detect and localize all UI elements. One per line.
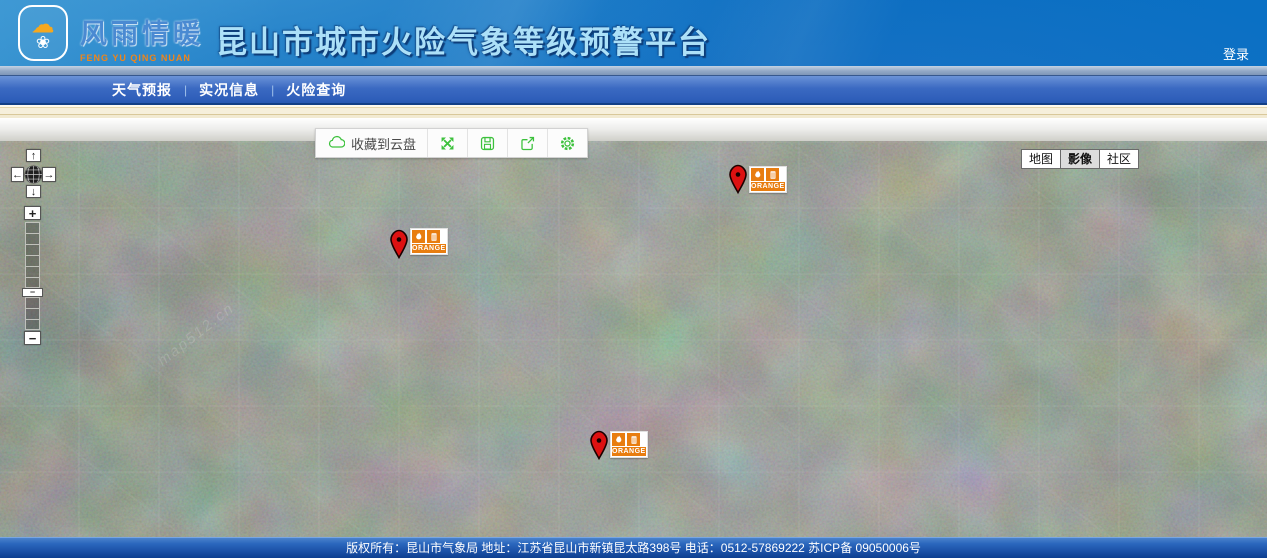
pan-right-button[interactable]: → — [42, 167, 56, 182]
zoom-tick[interactable] — [25, 233, 40, 244]
decorative-band — [0, 105, 1267, 118]
main-nav: 天气预报 | 实况信息 | 火险查询 — [0, 76, 1267, 105]
logo-name: 风雨情暖 — [80, 12, 204, 51]
nav-item-live-info[interactable]: 实况信息 — [199, 80, 259, 100]
zoom-out-button[interactable]: − — [24, 331, 41, 345]
pan-left-button[interactable]: ← — [11, 167, 24, 182]
badge-tiles — [412, 230, 446, 243]
header-bottom-strip — [0, 66, 1267, 76]
save-image-button[interactable] — [468, 129, 508, 157]
zoom-slider-handle[interactable]: − — [22, 288, 43, 297]
share-button[interactable] — [508, 129, 548, 157]
app-header: ☁ ❀ 风雨情暖 FENG YU QING NUAN 昆山市城市火险气象等级预警… — [0, 0, 1267, 66]
slider-mark: − — [30, 289, 35, 296]
warning-level-label: ORANGE — [612, 447, 646, 456]
globe-icon — [24, 165, 43, 184]
fire-warning-pin[interactable] — [388, 229, 410, 259]
warning-level-label: ORANGE — [751, 182, 785, 191]
save-to-cloud-label: 收藏到云盘 — [351, 134, 416, 153]
arrow-right-icon: → — [44, 169, 55, 181]
zoom-tick[interactable] — [25, 255, 40, 266]
zoom-tick[interactable] — [25, 297, 40, 308]
logo-name-en: FENG YU QING NUAN — [80, 53, 204, 63]
zoom-tick[interactable] — [25, 244, 40, 255]
fullscreen-button[interactable] — [428, 129, 468, 157]
arrow-down-icon: ↓ — [31, 186, 37, 198]
map-type-switcher: 地图 影像 社区 — [1022, 149, 1139, 169]
nav-separator: | — [184, 83, 187, 97]
cloud-logo-icon: ☁ — [32, 15, 54, 35]
save-icon — [479, 135, 496, 152]
arrow-left-icon: ← — [12, 169, 23, 181]
zoom-in-button[interactable]: + — [24, 206, 41, 220]
fire-warning-badge[interactable]: ORANGE — [610, 431, 648, 458]
map-toolbar: 收藏到云盘 — [315, 128, 588, 158]
zoom-tick[interactable] — [25, 222, 40, 233]
nav-separator: | — [271, 83, 274, 97]
fire-danger-sign-icon — [627, 433, 640, 446]
arrow-up-icon: ↑ — [31, 150, 37, 162]
fire-danger-sign-icon — [427, 230, 440, 243]
content-top-band — [0, 118, 1267, 141]
app-footer: 版权所有：昆山市气象局 地址：江苏省昆山市新镇昆太路398号 电话：0512-5… — [0, 537, 1267, 558]
logo-text: 风雨情暖 FENG YU QING NUAN — [80, 12, 204, 63]
zoom-scale-upper — [25, 222, 40, 288]
map-type-community-button[interactable]: 社区 — [1099, 149, 1139, 169]
copyright-text: 版权所有：昆山市气象局 地址：江苏省昆山市新镇昆太路398号 电话：0512-5… — [346, 541, 921, 555]
map-canvas[interactable]: map512.cn ↑ ← → ↓ + − − — [0, 141, 1267, 537]
minus-icon: − — [29, 331, 37, 346]
fire-warning-badge[interactable]: ORANGE — [410, 228, 448, 255]
nav-item-weather-forecast[interactable]: 天气预报 — [112, 80, 172, 100]
settings-button[interactable] — [548, 129, 587, 157]
fullscreen-icon — [439, 135, 456, 152]
login-link[interactable]: 登录 — [1223, 44, 1249, 63]
fire-danger-sign-icon — [766, 168, 779, 181]
badge-tiles — [751, 168, 785, 181]
cloud-icon — [327, 134, 345, 152]
app-window: ☁ ❀ 风雨情暖 FENG YU QING NUAN 昆山市城市火险气象等级预警… — [0, 0, 1267, 558]
flame-icon — [612, 433, 625, 446]
lotus-logo-icon: ❀ — [36, 35, 50, 51]
map-type-satellite-button[interactable]: 影像 — [1060, 149, 1100, 169]
badge-tiles — [612, 433, 646, 446]
pan-up-button[interactable]: ↑ — [26, 149, 41, 162]
share-icon — [519, 135, 536, 152]
fire-warning-badge[interactable]: ORANGE — [749, 166, 787, 193]
zoom-scale-lower — [25, 297, 40, 330]
plus-icon: + — [29, 206, 37, 221]
flame-icon — [751, 168, 764, 181]
map-type-map-button[interactable]: 地图 — [1021, 149, 1061, 169]
fire-warning-pin[interactable] — [588, 430, 610, 460]
zoom-tick[interactable] — [25, 266, 40, 277]
globe-recenter-button[interactable] — [24, 165, 43, 184]
warning-level-label: ORANGE — [412, 244, 446, 253]
zoom-tick[interactable] — [25, 319, 40, 330]
save-to-cloud-button[interactable]: 收藏到云盘 — [316, 129, 428, 157]
pan-down-button[interactable]: ↓ — [26, 185, 41, 198]
flame-icon — [412, 230, 425, 243]
zoom-tick[interactable] — [25, 308, 40, 319]
logo: ☁ ❀ — [18, 5, 68, 61]
settings-icon — [559, 135, 576, 152]
fire-warning-pin[interactable] — [727, 164, 749, 194]
nav-item-fire-risk-query[interactable]: 火险查询 — [286, 80, 346, 100]
page-title: 昆山市城市火险气象等级预警平台 — [216, 17, 711, 62]
